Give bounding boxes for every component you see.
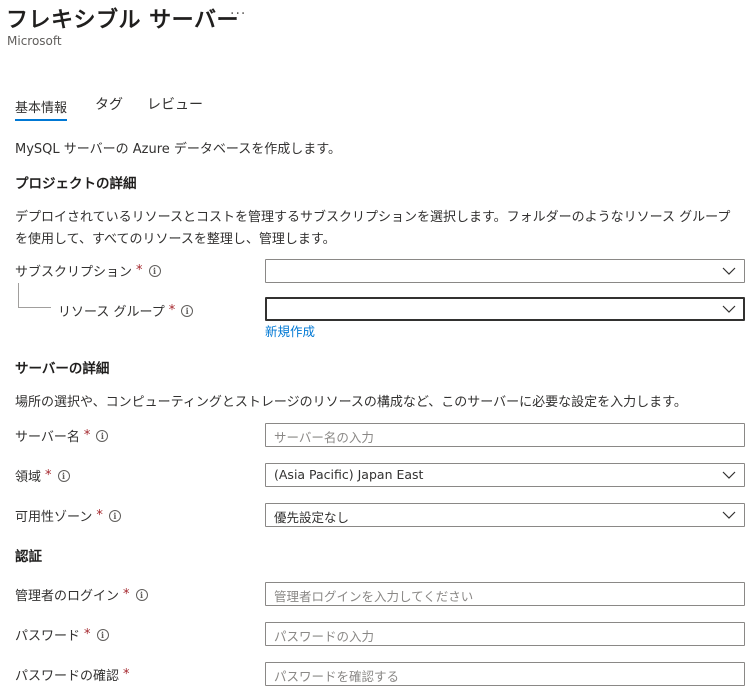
region-select[interactable]: (Asia Pacific) Japan East bbox=[265, 463, 745, 487]
server-description: 場所の選択や、コンピューティングとストレージのリソースの構成など、このサーバーに… bbox=[15, 395, 687, 410]
project-description-line1: デプロイされているリソースとコストを管理するサブスクリプションを選択します。フォ… bbox=[15, 210, 731, 225]
required-mark: * bbox=[84, 627, 91, 642]
tab-tags[interactable]: タグ bbox=[95, 94, 123, 114]
admin-login-label: 管理者のログイン * i bbox=[15, 585, 148, 604]
region-value: (Asia Pacific) Japan East bbox=[274, 467, 424, 482]
confirm-password-placeholder: パスワードを確認する bbox=[274, 669, 400, 684]
availability-zone-value: 優先設定なし bbox=[274, 510, 350, 525]
info-icon[interactable]: i bbox=[96, 628, 109, 641]
intro-text: MySQL サーバーの Azure データベースを作成します。 bbox=[15, 142, 341, 157]
required-mark: * bbox=[123, 667, 130, 682]
chevron-down-icon bbox=[722, 305, 736, 313]
chevron-down-icon bbox=[722, 471, 736, 479]
subscription-label-text: サブスクリプション bbox=[15, 265, 133, 280]
region-label-text: 領域 bbox=[15, 470, 42, 485]
info-icon[interactable]: i bbox=[96, 429, 109, 442]
admin-login-placeholder: 管理者ログインを入力してください bbox=[274, 589, 474, 604]
info-icon[interactable]: i bbox=[57, 469, 70, 482]
required-mark: * bbox=[136, 263, 143, 278]
project-details-heading: プロジェクトの詳細 bbox=[15, 176, 137, 192]
password-label: パスワード * i bbox=[15, 625, 109, 644]
required-mark: * bbox=[168, 303, 176, 318]
tree-connector bbox=[18, 283, 51, 308]
required-mark: * bbox=[45, 468, 52, 483]
page-title: フレキシブル サーバー bbox=[6, 8, 239, 33]
resource-group-select[interactable] bbox=[265, 297, 745, 321]
availability-zone-label: 可用性ゾーン * i bbox=[15, 506, 121, 525]
confirm-password-label-text: パスワードの確認 bbox=[15, 669, 120, 684]
authentication-heading: 認証 bbox=[15, 549, 42, 565]
password-input[interactable]: パスワードの入力 bbox=[265, 622, 745, 646]
resource-group-label: リソース グループ * i bbox=[58, 301, 194, 320]
subscription-select[interactable] bbox=[265, 259, 745, 283]
server-name-placeholder: サーバー名の入力 bbox=[274, 430, 374, 445]
page-subtitle: Microsoft bbox=[7, 34, 62, 48]
availability-zone-label-text: 可用性ゾーン bbox=[15, 510, 93, 525]
server-details-heading: サーバーの詳細 bbox=[15, 361, 110, 377]
confirm-password-label: パスワードの確認 * bbox=[15, 665, 130, 684]
admin-login-label-text: 管理者のログイン bbox=[15, 589, 120, 604]
project-description-line2: を使用して、すべてのリソースを整理し、管理します。 bbox=[15, 232, 336, 247]
create-new-link[interactable]: 新規作成 bbox=[265, 321, 315, 340]
chevron-down-icon bbox=[722, 511, 736, 519]
more-options-button[interactable]: ··· bbox=[230, 6, 246, 22]
resource-group-label-text: リソース グループ bbox=[58, 305, 165, 320]
subscription-label: サブスクリプション * i bbox=[15, 261, 161, 280]
availability-zone-select[interactable]: 優先設定なし bbox=[265, 503, 745, 527]
region-label: 領域 * i bbox=[15, 466, 70, 485]
server-name-input[interactable]: サーバー名の入力 bbox=[265, 423, 745, 447]
tab-review[interactable]: レビュー bbox=[147, 94, 203, 114]
server-name-label: サーバー名 * i bbox=[15, 426, 109, 445]
required-mark: * bbox=[123, 587, 130, 602]
required-mark: * bbox=[96, 508, 103, 523]
server-name-label-text: サーバー名 bbox=[15, 430, 80, 445]
password-label-text: パスワード bbox=[15, 629, 81, 644]
admin-login-input[interactable]: 管理者ログインを入力してください bbox=[265, 582, 745, 606]
chevron-down-icon bbox=[722, 267, 736, 275]
info-icon[interactable]: i bbox=[148, 264, 161, 277]
tab-basics[interactable]: 基本情報 bbox=[15, 97, 68, 121]
required-mark: * bbox=[83, 428, 91, 443]
info-icon[interactable]: i bbox=[108, 509, 121, 522]
info-icon[interactable]: i bbox=[135, 588, 148, 601]
confirm-password-input[interactable]: パスワードを確認する bbox=[265, 662, 745, 686]
password-placeholder: パスワードの入力 bbox=[274, 629, 375, 644]
info-icon[interactable]: i bbox=[181, 304, 194, 317]
